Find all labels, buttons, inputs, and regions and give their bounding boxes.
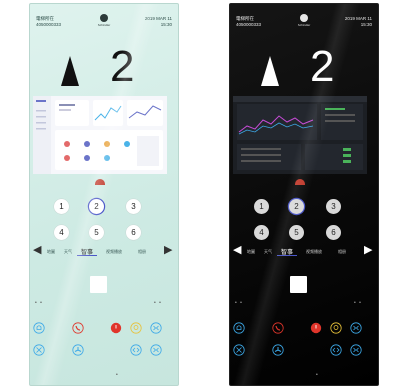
tab-album[interactable]: 相册 bbox=[338, 249, 346, 255]
logo-icon bbox=[100, 14, 108, 22]
power-icon[interactable] bbox=[310, 322, 322, 334]
floor-button-5[interactable]: 5 bbox=[289, 225, 304, 240]
elevator-panel-light: 電梯所在 4050000333 Schindler 2019 MAR 11 15… bbox=[29, 3, 179, 386]
chevron-left-icon[interactable]: ◀ bbox=[33, 245, 41, 256]
floor-button-2[interactable]: 2 bbox=[89, 199, 104, 214]
floor-button-3[interactable]: 3 bbox=[326, 199, 341, 214]
fan-icon[interactable] bbox=[72, 344, 84, 356]
header-info-left: 電梯所在 4050000333 bbox=[236, 16, 261, 28]
phone-icon[interactable] bbox=[72, 322, 84, 334]
dot-indicator-left: • • bbox=[235, 300, 243, 306]
tab-video[interactable]: 视频播放 bbox=[106, 249, 122, 255]
time-label: 15:30 bbox=[360, 22, 372, 27]
floor-button-6[interactable]: 6 bbox=[326, 225, 341, 240]
phone-number: 4050000333 bbox=[36, 22, 62, 27]
door-close-icon[interactable] bbox=[150, 322, 162, 334]
brand-logo: Schindler bbox=[296, 14, 312, 27]
bottom-dot: • bbox=[316, 372, 319, 378]
floor-button-3[interactable]: 3 bbox=[126, 199, 141, 214]
floor-button-1[interactable]: 1 bbox=[54, 199, 69, 214]
fire-alarm-indicator-icon bbox=[95, 179, 105, 185]
home-button[interactable] bbox=[90, 276, 107, 293]
tab-weather[interactable]: 天气 bbox=[264, 249, 272, 255]
tab-map[interactable]: 地圖 bbox=[247, 249, 255, 255]
bulb-icon[interactable] bbox=[330, 322, 342, 334]
dashboard-screen bbox=[233, 96, 367, 174]
chevron-right-icon[interactable]: ▶ bbox=[164, 245, 172, 256]
door-close-icon[interactable] bbox=[350, 322, 362, 334]
tab-album[interactable]: 相册 bbox=[138, 249, 146, 255]
fan-icon[interactable] bbox=[272, 344, 284, 356]
logo-icon bbox=[300, 14, 308, 22]
floor-button-6[interactable]: 6 bbox=[126, 225, 141, 240]
dashboard-screen bbox=[33, 96, 167, 174]
media-tab-bar: ◀ 地圖 天气 智事 视频播放 相册 ▶ bbox=[230, 245, 378, 257]
header-datetime: 2019 MAR 11 15:30 bbox=[145, 16, 172, 28]
bell-icon[interactable] bbox=[33, 322, 45, 334]
floor-button-4[interactable]: 4 bbox=[54, 225, 69, 240]
elevator-panel-dark: 電梯所在 4050000333 Schindler 2019 MAR 11 15… bbox=[229, 3, 379, 386]
header-info-left: 電梯所在 4050000333 bbox=[36, 16, 61, 28]
power-icon[interactable] bbox=[110, 322, 122, 334]
active-tab-underline bbox=[277, 255, 297, 256]
floor-indicator: 2 bbox=[110, 42, 135, 91]
chevron-left-icon[interactable]: ◀ bbox=[233, 245, 241, 256]
floor-button-4[interactable]: 4 bbox=[254, 225, 269, 240]
direction-up-arrow-icon bbox=[261, 56, 279, 86]
dot-indicator-right: • • bbox=[354, 300, 362, 306]
door-close-icon-2[interactable] bbox=[150, 344, 162, 356]
media-tab-bar: ◀ 地圖 天气 智事 视频播放 相册 ▶ bbox=[30, 245, 178, 257]
tab-weather[interactable]: 天气 bbox=[64, 249, 72, 255]
phone-icon[interactable] bbox=[272, 322, 284, 334]
floor-button-1[interactable]: 1 bbox=[254, 199, 269, 214]
home-button[interactable] bbox=[290, 276, 307, 293]
floor-button-5[interactable]: 5 bbox=[89, 225, 104, 240]
tab-map[interactable]: 地圖 bbox=[47, 249, 55, 255]
door-close-icon-2[interactable] bbox=[350, 344, 362, 356]
fan-off-icon[interactable] bbox=[233, 344, 245, 356]
door-open-icon[interactable] bbox=[330, 344, 342, 356]
active-tab-underline bbox=[77, 255, 97, 256]
bottom-dot: • bbox=[116, 372, 119, 378]
dot-indicator-left: • • bbox=[35, 300, 43, 306]
door-open-icon[interactable] bbox=[130, 344, 142, 356]
floor-indicator: 2 bbox=[310, 42, 335, 91]
fire-alarm-indicator-icon bbox=[295, 179, 305, 185]
time-label: 15:30 bbox=[160, 22, 172, 27]
tab-video[interactable]: 视频播放 bbox=[306, 249, 322, 255]
direction-up-arrow-icon bbox=[61, 56, 79, 86]
floor-button-2[interactable]: 2 bbox=[289, 199, 304, 214]
dot-indicator-right: • • bbox=[154, 300, 162, 306]
bell-icon[interactable] bbox=[233, 322, 245, 334]
phone-number: 4050000333 bbox=[236, 22, 262, 27]
bulb-icon[interactable] bbox=[130, 322, 142, 334]
chevron-right-icon[interactable]: ▶ bbox=[364, 245, 372, 256]
brand-logo: Schindler bbox=[96, 14, 112, 27]
fan-off-icon[interactable] bbox=[33, 344, 45, 356]
header-datetime: 2019 MAR 11 15:30 bbox=[345, 16, 372, 28]
